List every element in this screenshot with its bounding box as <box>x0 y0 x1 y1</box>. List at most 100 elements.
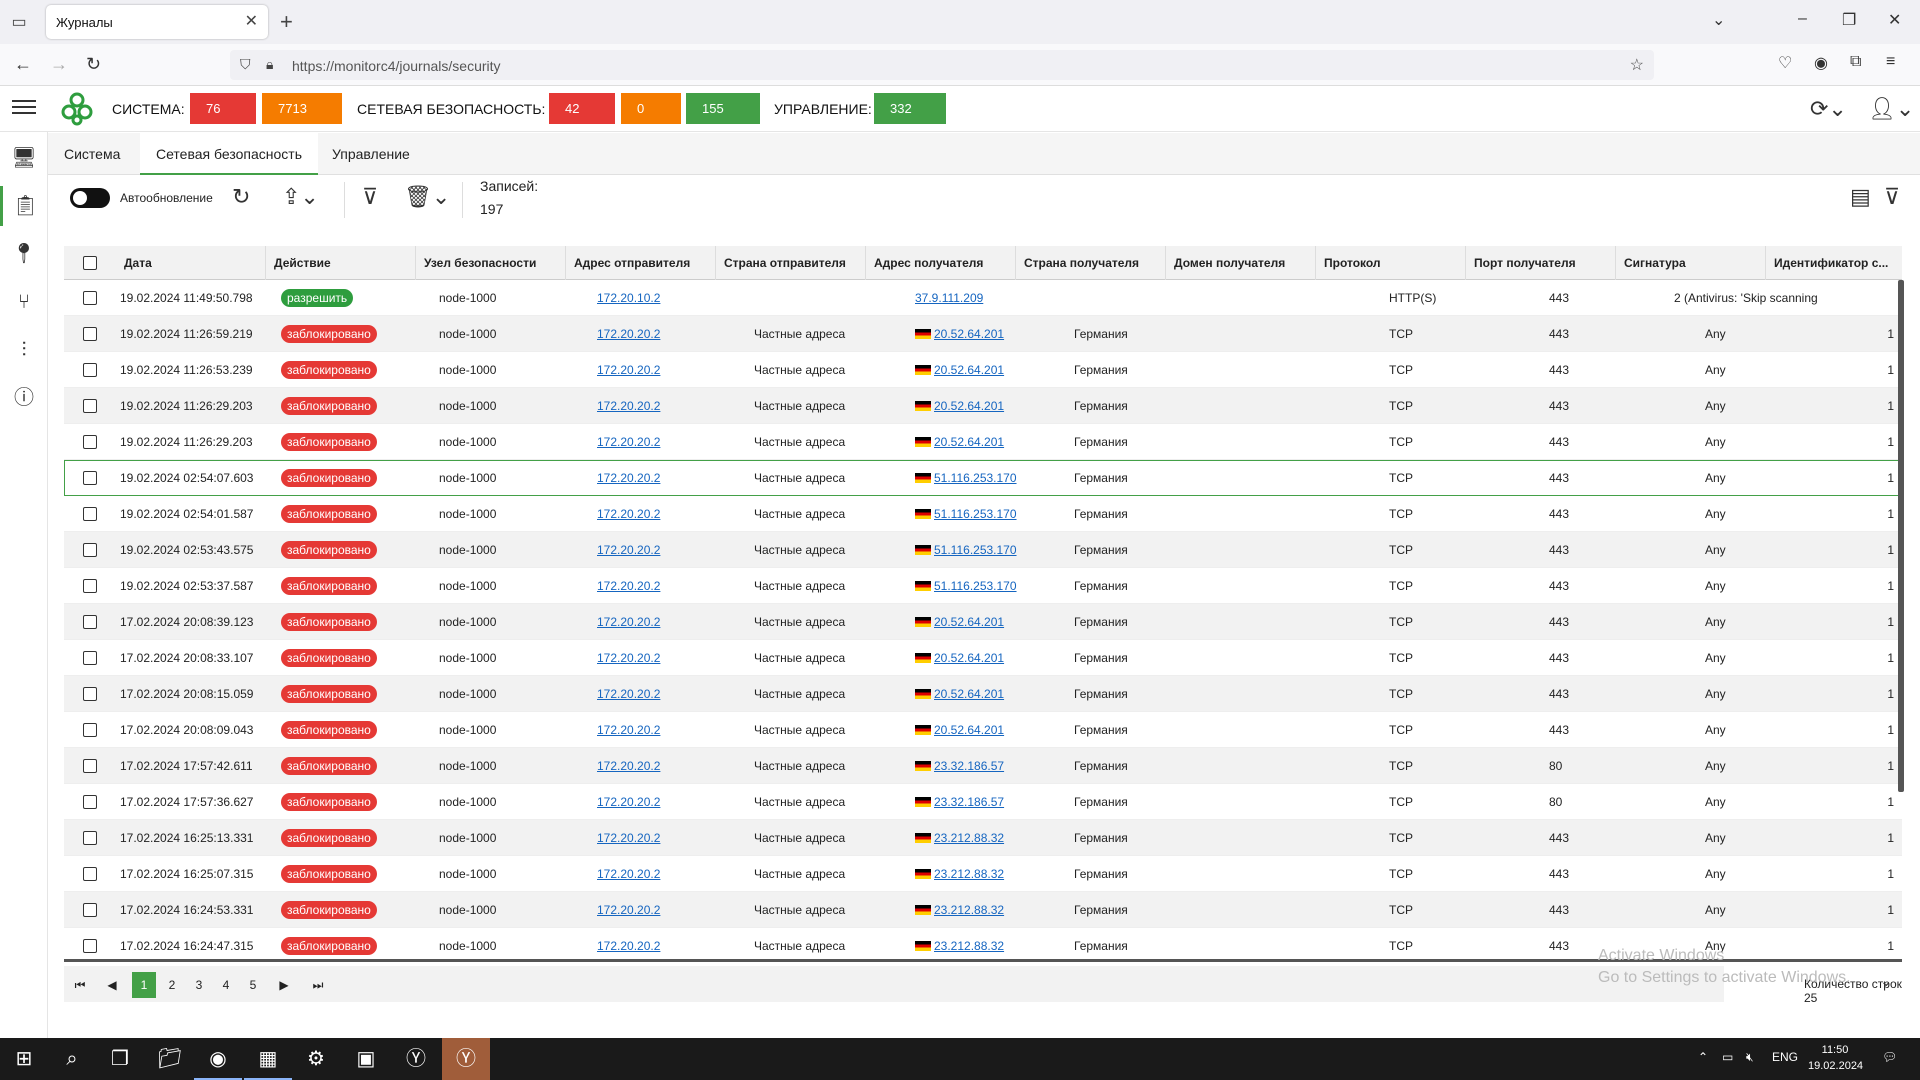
monitor-icon[interactable]: 🖥︎ <box>0 138 48 178</box>
src-address-link[interactable]: 172.20.20.2 <box>597 831 660 845</box>
file-explorer-icon[interactable]: 📁︎ <box>146 1038 194 1080</box>
table-row[interactable]: 17.02.2024 20:08:39.123 заблокировано node… <box>64 604 1902 640</box>
row-checkbox[interactable] <box>83 363 97 377</box>
row-checkbox[interactable] <box>83 399 97 413</box>
first-page-icon[interactable]: ⏮ <box>68 972 92 998</box>
netsec-ok-badge[interactable]: 155 <box>686 93 760 124</box>
tab-system[interactable]: Система <box>48 133 136 175</box>
dst-address-link[interactable]: 23.212.88.32 <box>934 867 1004 881</box>
pocket-icon[interactable]: ♡ <box>1778 53 1792 73</box>
table-row[interactable]: 19.02.2024 02:54:01.587 заблокировано node… <box>64 496 1902 532</box>
restore-icon[interactable]: ❐ <box>1842 10 1856 30</box>
table-row[interactable]: 19.02.2024 11:49:50.798 разрешить node-100… <box>64 280 1902 316</box>
tab-network-security[interactable]: Сетевая безопасность <box>140 133 318 175</box>
row-checkbox[interactable] <box>83 903 97 917</box>
table-row[interactable]: 19.02.2024 11:26:59.219 заблокировано node… <box>64 316 1902 352</box>
app-window-icon[interactable]: ▦ <box>244 1038 292 1080</box>
notifications-icon[interactable]: 💬︎ <box>1882 1050 1897 1064</box>
refresh-menu-icon[interactable]: ⟳⌄ <box>1810 96 1847 122</box>
dst-address-link[interactable]: 20.52.64.201 <box>934 363 1004 377</box>
language-indicator[interactable]: ENG <box>1772 1050 1798 1064</box>
dst-address-link[interactable]: 23.32.186.57 <box>934 759 1004 773</box>
dst-address-link[interactable]: 51.116.253.170 <box>934 579 1017 593</box>
back-icon[interactable]: ← <box>14 54 32 75</box>
table-row[interactable]: 17.02.2024 17:57:36.627 заблокировано node… <box>64 784 1902 820</box>
src-address-link[interactable]: 172.20.20.2 <box>597 399 660 413</box>
settings-sliders-icon[interactable]: ⫶ <box>0 330 48 370</box>
export-icon[interactable]: ⇪⌄ <box>282 184 319 210</box>
tab-list-icon[interactable]: ▭ <box>8 12 30 32</box>
col-src-address[interactable]: Адрес отправителя <box>566 246 716 280</box>
firefox-icon[interactable]: ◉ <box>194 1038 242 1080</box>
dst-address-link[interactable]: 20.52.64.201 <box>934 399 1004 413</box>
table-row[interactable]: 17.02.2024 16:24:53.331 заблокировано node… <box>64 892 1902 928</box>
col-node[interactable]: Узел безопасности <box>416 246 566 280</box>
col-dst-country[interactable]: Страна получателя <box>1016 246 1166 280</box>
dst-address-link[interactable]: 20.52.64.201 <box>934 435 1004 449</box>
next-page-icon[interactable]: ▶ <box>272 972 296 998</box>
col-date[interactable]: Дата <box>116 246 266 280</box>
col-identifier[interactable]: Идентификатор с... <box>1766 246 1902 280</box>
address-bar[interactable]: ⛉ 🔒︎ https://monitorc4/journals/security… <box>230 50 1654 80</box>
src-address-link[interactable]: 172.20.20.2 <box>597 435 660 449</box>
dst-address-link[interactable]: 23.212.88.32 <box>934 939 1004 953</box>
dst-address-link[interactable]: 20.52.64.201 <box>934 687 1004 701</box>
netsec-critical-badge[interactable]: 42 <box>549 93 615 124</box>
network-icon[interactable]: ⑂ <box>0 282 48 322</box>
hamburger-menu-icon[interactable] <box>12 96 36 120</box>
row-checkbox[interactable] <box>83 795 97 809</box>
col-dst-domain[interactable]: Домен получателя <box>1166 246 1316 280</box>
settings-gear-icon[interactable]: ⚙ <box>292 1038 340 1080</box>
dst-address-link[interactable]: 23.32.186.57 <box>934 795 1004 809</box>
prev-page-icon[interactable]: ◀ <box>100 972 124 998</box>
search-icon[interactable]: ⌕ <box>48 1038 96 1080</box>
location-icon[interactable]: 📍︎ <box>0 234 48 274</box>
lock-icon[interactable]: 🔒︎ <box>266 56 273 73</box>
refresh-icon[interactable]: ↻ <box>232 184 250 210</box>
minimize-icon[interactable]: – <box>1798 10 1807 28</box>
table-row[interactable]: 17.02.2024 20:08:09.043 заблокировано node… <box>64 712 1902 748</box>
task-view-icon[interactable]: ❐ <box>96 1038 144 1080</box>
src-address-link[interactable]: 172.20.20.2 <box>597 759 660 773</box>
dst-address-link[interactable]: 51.116.253.170 <box>934 507 1017 521</box>
dst-address-link[interactable]: 20.52.64.201 <box>934 615 1004 629</box>
user-menu-icon[interactable]: 👤︎⌄ <box>1868 96 1914 122</box>
row-checkbox[interactable] <box>83 543 97 557</box>
row-checkbox[interactable] <box>83 327 97 341</box>
filter-icon[interactable]: ⊽ <box>1884 184 1900 210</box>
src-address-link[interactable]: 172.20.20.2 <box>597 939 660 953</box>
terminal-icon[interactable]: ▣ <box>342 1038 390 1080</box>
row-checkbox[interactable] <box>83 507 97 521</box>
journals-icon[interactable]: 📋︎ <box>0 186 48 226</box>
column-settings-icon[interactable]: ▤ <box>1850 184 1871 210</box>
tray-chevron-icon[interactable]: ⌃ <box>1698 1050 1708 1064</box>
row-checkbox[interactable] <box>83 435 97 449</box>
src-address-link[interactable]: 172.20.10.2 <box>597 291 660 305</box>
row-checkbox[interactable] <box>83 867 97 881</box>
table-row[interactable]: 19.02.2024 02:53:37.587 заблокировано node… <box>64 568 1902 604</box>
row-checkbox[interactable] <box>83 291 97 305</box>
src-address-link[interactable]: 172.20.20.2 <box>597 579 660 593</box>
autorefresh-toggle[interactable] <box>70 188 110 208</box>
dst-address-link[interactable]: 37.9.111.209 <box>915 291 983 305</box>
system-warning-badge[interactable]: 7713 <box>262 93 342 124</box>
row-checkbox[interactable] <box>83 723 97 737</box>
src-address-link[interactable]: 172.20.20.2 <box>597 327 660 341</box>
dst-address-link[interactable]: 23.212.88.32 <box>934 903 1004 917</box>
menu-icon[interactable]: ≡ <box>1886 53 1895 71</box>
col-signature[interactable]: Сигнатура <box>1616 246 1766 280</box>
close-tab-icon[interactable]: ✕ <box>245 11 258 31</box>
col-src-country[interactable]: Страна отправителя <box>716 246 866 280</box>
table-row[interactable]: 19.02.2024 11:26:29.203 заблокировано node… <box>64 388 1902 424</box>
table-row[interactable]: 17.02.2024 20:08:15.059 заблокировано node… <box>64 676 1902 712</box>
src-address-link[interactable]: 172.20.20.2 <box>597 867 660 881</box>
src-address-link[interactable]: 172.20.20.2 <box>597 651 660 665</box>
row-checkbox[interactable] <box>83 615 97 629</box>
windows-start-icon[interactable]: ⊞ <box>0 1038 48 1080</box>
src-address-link[interactable]: 172.20.20.2 <box>597 687 660 701</box>
table-row[interactable]: 19.02.2024 02:53:43.575 заблокировано node… <box>64 532 1902 568</box>
row-checkbox[interactable] <box>83 687 97 701</box>
last-page-icon[interactable]: ⏭ <box>306 972 330 998</box>
table-row[interactable]: 17.02.2024 20:08:33.107 заблокировано node… <box>64 640 1902 676</box>
dst-address-link[interactable]: 20.52.64.201 <box>934 651 1004 665</box>
